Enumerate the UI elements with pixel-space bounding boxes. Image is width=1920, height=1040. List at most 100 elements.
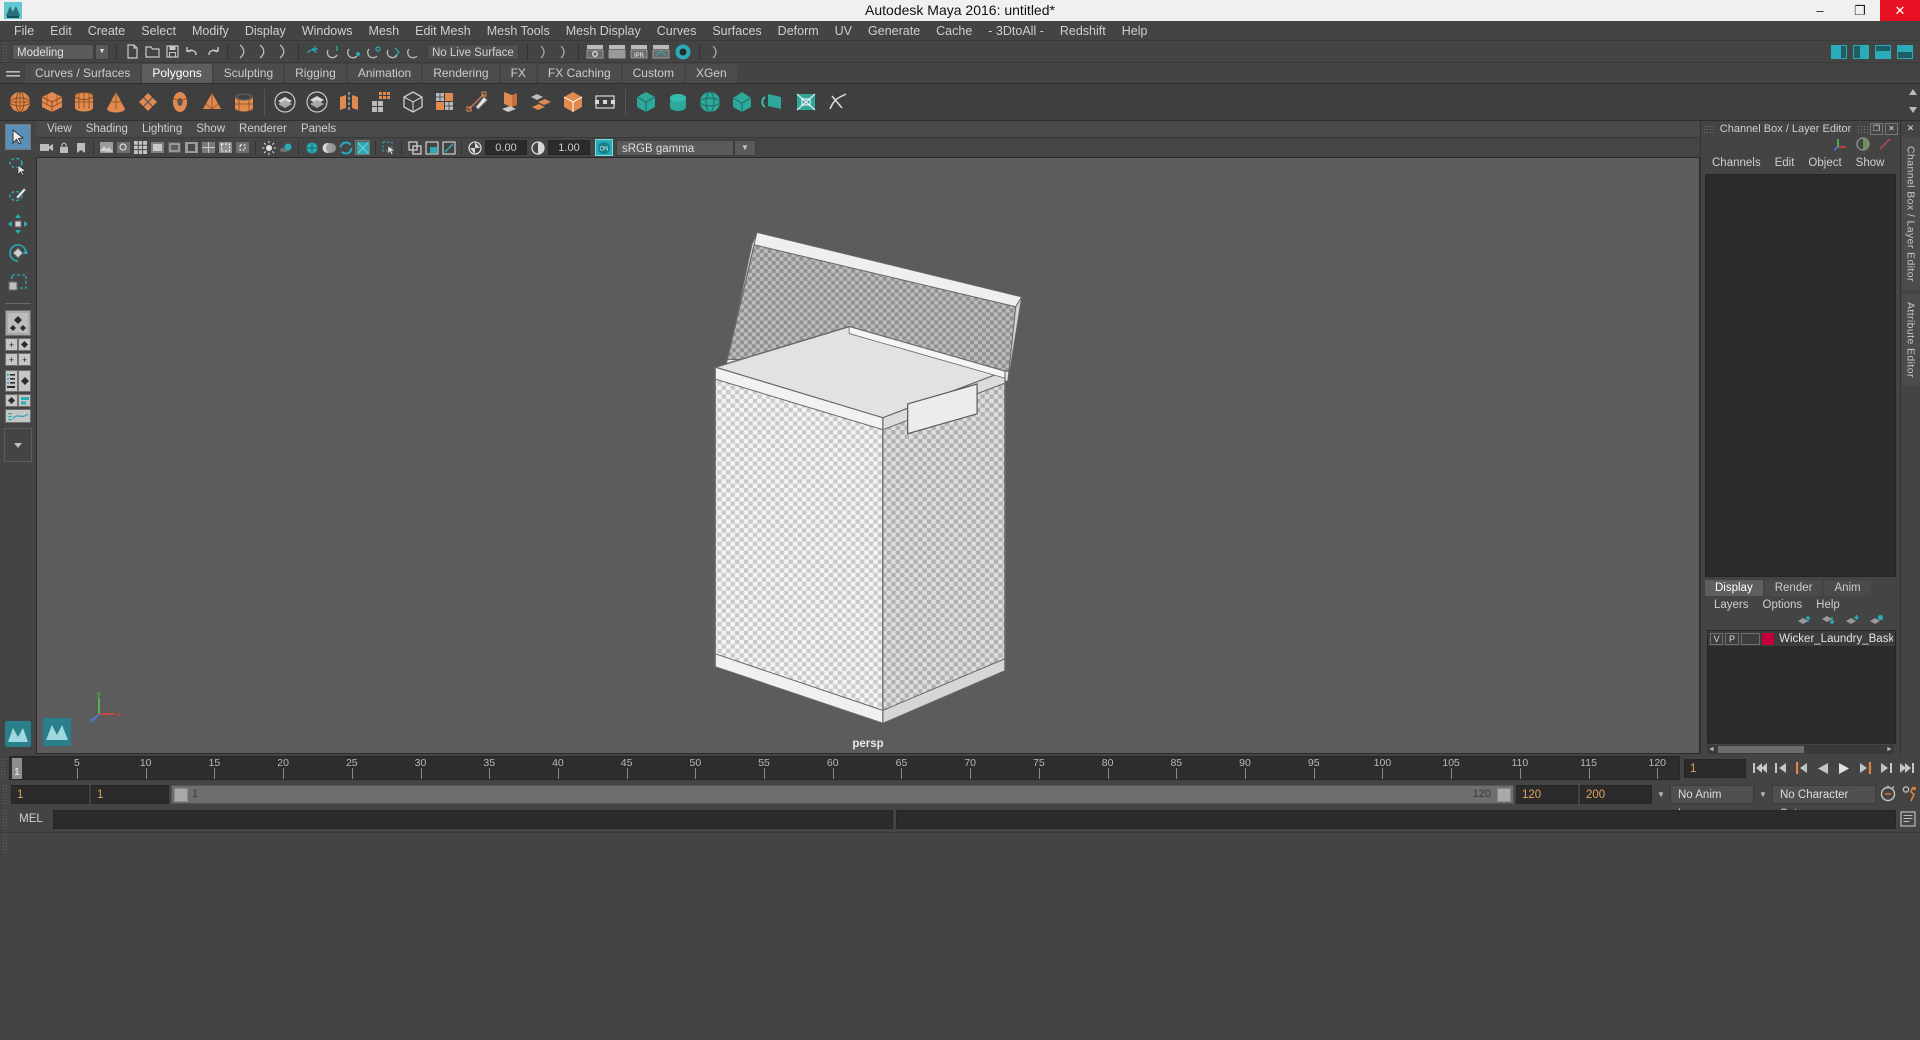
panel-grip-right[interactable] [1857,124,1868,133]
layer-tab-anim[interactable]: Anim [1824,580,1871,596]
right-bar-close-icon[interactable]: ✕ [1907,123,1915,134]
four-view-layout[interactable]: + [5,338,31,351]
layout-quad-tl[interactable]: + [5,338,18,351]
go-to-start-icon[interactable] [1751,759,1769,777]
undo-icon[interactable] [183,43,201,61]
statusline-grip[interactable] [2,41,9,62]
menu-uv[interactable]: UV [827,21,860,41]
menu-modify[interactable]: Modify [184,21,237,41]
menu-windows[interactable]: Windows [294,21,361,41]
channel-menu-object[interactable]: Object [1801,157,1848,169]
menu-display[interactable]: Display [237,21,294,41]
lock-camera-icon[interactable] [56,140,71,155]
scroll-thumb[interactable] [1718,746,1805,753]
2d-pan-zoom-icon[interactable] [116,140,131,155]
exposure-icon[interactable] [467,140,482,155]
step-back-key-icon[interactable] [1793,759,1811,777]
create-layer-from-selected-icon[interactable] [1869,614,1884,629]
time-slider[interactable]: 1 5 10 15 20 25 30 35 40 45 50 55 60 65 70 75 80 85 90 95 1… [9,756,1680,780]
xray-icon[interactable] [407,140,422,155]
menu-generate[interactable]: Generate [860,21,928,41]
anim-layer-chevron-down-icon[interactable]: ▼ [1756,790,1770,799]
layout-quad-br[interactable]: + [18,353,31,366]
step-back-frame-icon[interactable] [1772,759,1790,777]
auto-keyframe-icon[interactable] [1878,784,1898,804]
layer-menu-layers[interactable]: Layers [1707,599,1756,611]
move-tool[interactable] [5,211,31,237]
toggle-channel-box-icon[interactable] [1856,136,1870,154]
layer-list[interactable]: V P Wicker_Laundry_Basket_ [1707,630,1896,744]
create-new-layer-icon[interactable] [1845,614,1860,629]
shelf-tab-fx[interactable]: FX [500,64,536,83]
script-editor-icon[interactable] [1898,809,1918,829]
current-frame-field[interactable]: 1 [1684,758,1746,778]
bookmark-icon[interactable] [73,140,88,155]
command-line-grip[interactable] [2,809,9,829]
lighting-toggle-icon[interactable] [261,140,276,155]
rotate-tool[interactable] [5,240,31,266]
panel-grip-left[interactable] [1703,124,1714,133]
anim-layer-combo[interactable]: No Anim Layer [1670,784,1754,820]
uv-editor-icon[interactable] [759,87,789,118]
uv-spherical-icon[interactable] [695,87,725,118]
command-language-label[interactable]: MEL [9,813,53,825]
menu-edit-mesh[interactable]: Edit Mesh [407,21,479,41]
shelf-scroll-arrows[interactable] [1908,87,1918,115]
outliner-pane-icon[interactable] [5,370,18,392]
menu-cache[interactable]: Cache [928,21,980,41]
move-layer-down-icon[interactable] [1821,614,1836,629]
make-live-icon[interactable] [405,43,423,61]
poly-plane-icon[interactable] [133,87,163,118]
image-plane-icon[interactable] [99,140,114,155]
uv-cut-icon[interactable] [791,87,821,118]
poly-append-icon[interactable] [590,87,620,118]
safe-action-icon[interactable] [218,140,233,155]
menu-redshift[interactable]: Redshift [1052,21,1114,41]
channel-box-toggle-icon[interactable] [1874,43,1891,60]
menu-create[interactable]: Create [80,21,134,41]
new-scene-icon[interactable] [123,43,141,61]
snap-to-curve-icon[interactable] [325,43,343,61]
exposure-value[interactable]: 0.00 [485,140,527,155]
gamma-value[interactable]: 1.00 [548,140,590,155]
step-forward-frame-icon[interactable] [1877,759,1895,777]
shelf-menu-icon[interactable] [4,65,22,83]
menu-surfaces[interactable]: Surfaces [704,21,769,41]
shelf-tab-fx-caching[interactable]: FX Caching [537,64,621,83]
safe-title-icon[interactable] [235,140,250,155]
layer-list-scrollbar[interactable]: ◄ ► [1707,745,1894,754]
layout-quad-tr[interactable] [18,338,31,351]
undock-icon[interactable]: ❐ [1870,122,1883,135]
layout-dropdown[interactable] [4,428,32,462]
select-by-component-icon[interactable] [274,43,292,61]
select-by-object-icon[interactable] [254,43,272,61]
shade-selected-icon[interactable] [338,140,353,155]
select-by-hierarchy-icon[interactable] [234,43,252,61]
poly-separate-icon[interactable] [302,87,332,118]
persp-small-icon[interactable] [5,394,18,407]
view-transform-value[interactable]: sRGB gamma [616,139,734,156]
render-settings-icon[interactable]: IPR [629,43,649,61]
uv-planar-icon[interactable] [631,87,661,118]
range-handle-left[interactable] [174,787,188,802]
uv-automatic-icon[interactable] [727,87,757,118]
shelf-tab-polygons[interactable]: Polygons [142,64,212,83]
film-gate-icon[interactable] [150,140,165,155]
hypershade-icon[interactable] [651,43,671,61]
layer-tab-display[interactable]: Display [1705,580,1763,596]
poly-create-tool-icon[interactable] [462,87,492,118]
menu-set-selector[interactable]: Modeling ▼ [12,43,109,60]
isolate-select-icon[interactable] [381,140,396,155]
menu-help[interactable]: Help [1114,21,1156,41]
layer-playback-toggle[interactable]: P [1725,632,1739,645]
wireframe-icon[interactable] [304,140,319,155]
smooth-shade-all-icon[interactable] [321,140,336,155]
lasso-select-tool[interactable] [5,153,31,179]
play-forwards-icon[interactable] [1835,759,1853,777]
shelf-tab-curves-surfaces[interactable]: Curves / Surfaces [25,64,141,83]
snap-to-grid-icon[interactable] [305,43,323,61]
vertical-tab-channel-box[interactable]: Channel Box / Layer Editor [1901,138,1920,290]
viewport-menu-view[interactable]: View [40,121,79,138]
scroll-left-icon[interactable]: ◄ [1707,746,1716,753]
gate-mask-icon[interactable] [184,140,199,155]
